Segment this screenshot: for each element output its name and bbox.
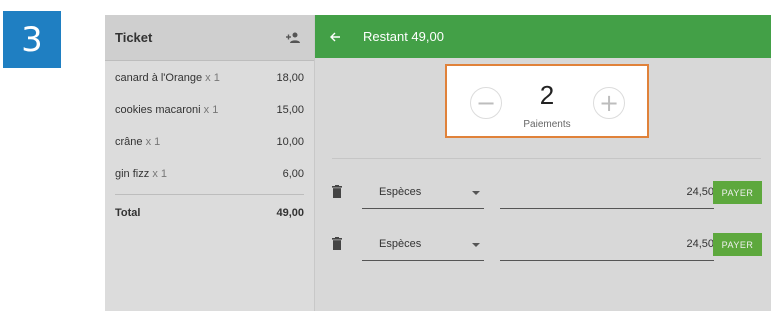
remaining-amount: Restant 49,00 [363, 29, 444, 44]
trash-icon[interactable] [332, 185, 344, 199]
ticket-item-qty: x 1 [203, 104, 219, 116]
ticket-title: Ticket [115, 30, 153, 45]
ticket-item-price: 18,00 [276, 72, 304, 84]
caret-down-icon [472, 243, 480, 247]
pos-payment-screen: Ticket canard à l'Orange x 1 18,00 cooki… [105, 15, 771, 311]
ticket-item[interactable]: crâne x 1 10,00 [115, 126, 304, 158]
ticket-item[interactable]: cookies macaroni x 1 15,00 [115, 94, 304, 126]
ticket-item-price: 15,00 [276, 104, 304, 116]
ticket-item-name: cookies macaroni [115, 104, 201, 116]
ticket-total-value: 49,00 [276, 207, 304, 219]
payment-method-value: Espèces [379, 238, 422, 250]
add-person-glyph [286, 32, 300, 43]
payment-method-select[interactable]: Espèces [362, 179, 484, 209]
ticket-header: Ticket [105, 15, 314, 61]
ticket-item-qty: x 1 [145, 136, 161, 148]
ticket-item-name: gin fizz [115, 168, 150, 180]
ticket-item-list: canard à l'Orange x 1 18,00 cookies maca… [115, 62, 304, 190]
payment-row: Espèces 24,50 PAYER [332, 179, 762, 209]
ticket-item-name: canard à l'Orange [115, 72, 203, 84]
pay-button[interactable]: PAYER [713, 181, 762, 204]
back-arrow-icon[interactable] [329, 30, 345, 44]
ticket-item-price: 10,00 [276, 136, 304, 148]
payment-panel: Restant 49,00 − 2 Paiements + Espèces 24… [315, 15, 771, 311]
payment-amount-value: 24,50 [686, 238, 714, 250]
ticket-item-label: gin fizz x 1 [115, 168, 167, 180]
trash-glyph [332, 185, 342, 198]
ticket-item-name: crâne [115, 136, 143, 148]
ticket-panel: Ticket canard à l'Orange x 1 18,00 cooki… [105, 15, 315, 311]
step-number-badge: 3 [3, 11, 61, 68]
section-divider [332, 158, 761, 159]
increase-payments-button[interactable]: + [593, 87, 625, 119]
back-arrow-glyph [330, 32, 340, 41]
payment-amount-input[interactable]: 24,50 [500, 231, 714, 261]
ticket-total-row: Total 49,00 [115, 207, 304, 219]
ticket-item[interactable]: canard à l'Orange x 1 18,00 [115, 62, 304, 94]
ticket-item-label: cookies macaroni x 1 [115, 104, 218, 116]
payment-header-bar: Restant 49,00 [315, 15, 771, 58]
ticket-item-price: 6,00 [282, 168, 304, 180]
payment-amount-input[interactable]: 24,50 [500, 179, 714, 209]
ticket-item[interactable]: gin fizz x 1 6,00 [115, 158, 304, 190]
caret-down-icon [472, 191, 480, 195]
payment-count-caption: Paiements [523, 119, 571, 130]
ticket-item-label: canard à l'Orange x 1 [115, 72, 220, 84]
ticket-total-label: Total [115, 207, 141, 219]
trash-icon[interactable] [332, 237, 344, 251]
payment-method-select[interactable]: Espèces [362, 231, 484, 261]
payment-count-stepper: − 2 Paiements + [445, 64, 649, 138]
trash-glyph [332, 237, 342, 250]
payment-row: Espèces 24,50 PAYER [332, 231, 762, 261]
ticket-item-qty: x 1 [152, 168, 167, 180]
ticket-item-qty: x 1 [205, 72, 220, 84]
total-divider [115, 194, 304, 195]
ticket-item-label: crâne x 1 [115, 136, 160, 148]
pay-button[interactable]: PAYER [713, 233, 762, 256]
add-person-icon[interactable] [284, 31, 302, 45]
payment-method-value: Espèces [379, 186, 422, 198]
payment-amount-value: 24,50 [686, 186, 714, 198]
